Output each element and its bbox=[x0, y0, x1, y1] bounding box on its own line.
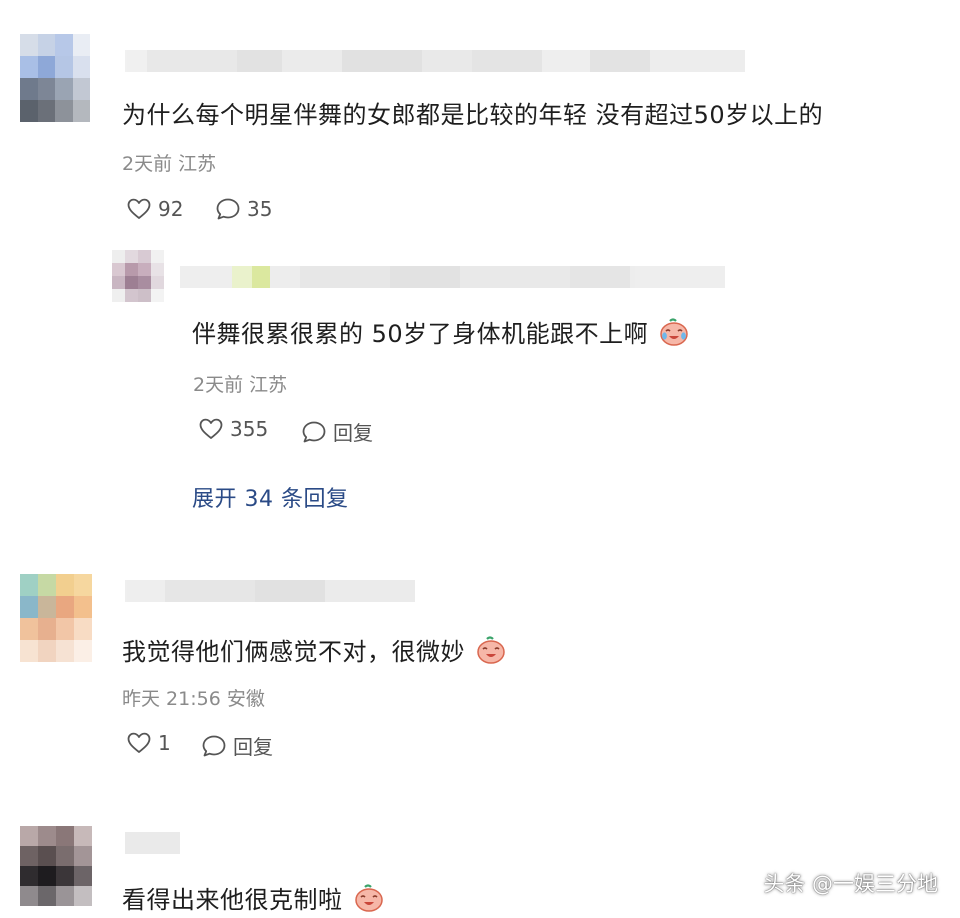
watermark: 头条 @一娱三分地 bbox=[763, 872, 938, 896]
username[interactable] bbox=[125, 832, 180, 854]
like-count: 92 bbox=[158, 197, 184, 221]
username[interactable] bbox=[125, 50, 745, 72]
like-count: 355 bbox=[230, 417, 269, 441]
reply-count: 35 bbox=[247, 197, 273, 221]
reply-label: 回复 bbox=[333, 421, 373, 445]
speech-bubble-icon bbox=[216, 198, 240, 220]
reply-label: 回复 bbox=[233, 735, 273, 759]
username[interactable] bbox=[125, 580, 415, 602]
expand-replies-link[interactable]: 展开 34 条回复 bbox=[192, 481, 348, 513]
avatar[interactable] bbox=[112, 250, 164, 302]
crying-laughing-emoji-icon bbox=[354, 884, 383, 912]
comment-text: 为什么每个明星伴舞的女郎都是比较的年轻 没有超过50岁以上的 bbox=[122, 101, 824, 129]
reply-text: 伴舞很累很累的 50岁了身体机能跟不上啊 bbox=[192, 314, 690, 349]
heart-outline-icon bbox=[127, 198, 151, 219]
speech-bubble-icon bbox=[302, 421, 326, 442]
comment-text: 看得出来他很克制啦 bbox=[122, 880, 385, 915]
reply-button[interactable]: 回复 bbox=[301, 417, 373, 446]
avatar[interactable] bbox=[20, 574, 92, 662]
heart-outline-icon bbox=[127, 732, 151, 753]
like-button[interactable]: 92 bbox=[126, 197, 183, 221]
avatar[interactable] bbox=[20, 34, 90, 122]
like-count: 1 bbox=[158, 731, 171, 755]
heart-outline-icon bbox=[199, 418, 223, 439]
speech-bubble-icon bbox=[202, 735, 226, 756]
like-button[interactable]: 1 bbox=[126, 731, 171, 755]
crying-laughing-emoji-icon bbox=[477, 636, 505, 664]
like-button[interactable]: 355 bbox=[198, 417, 268, 441]
reply-button[interactable]: 回复 bbox=[201, 731, 273, 760]
crying-laughing-emoji-icon bbox=[660, 318, 689, 346]
comment-text: 我觉得他们俩感觉不对，很微妙 bbox=[122, 632, 507, 667]
comment-meta: 2天前 江苏 bbox=[122, 153, 217, 175]
username[interactable] bbox=[180, 266, 725, 288]
comment-meta: 昨天 21:56 安徽 bbox=[122, 688, 265, 710]
reply-meta: 2天前 江苏 bbox=[193, 374, 288, 396]
avatar[interactable] bbox=[20, 826, 92, 906]
comment-replies-button[interactable]: 35 bbox=[215, 197, 272, 221]
